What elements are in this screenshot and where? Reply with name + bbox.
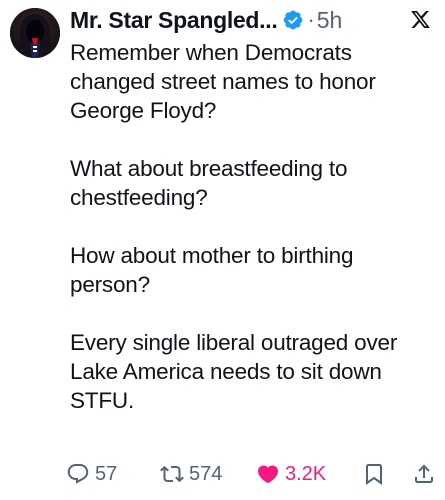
- repost-button[interactable]: 574: [160, 462, 222, 486]
- timestamp[interactable]: 5h: [317, 7, 343, 34]
- tweet-header: Mr. Star Spangled... · 5h: [70, 5, 342, 35]
- tweet-card[interactable]: Mr. Star Spangled... · 5h Remember when …: [0, 0, 445, 500]
- tweet-paragraph: Remember when Democrats changed street n…: [70, 40, 376, 123]
- heart-filled-icon: [257, 465, 279, 484]
- author-name[interactable]: Mr. Star Spangled...: [70, 7, 278, 34]
- tweet-paragraph: Every single liberal outraged over Lake …: [70, 330, 398, 413]
- reply-button[interactable]: 57: [66, 462, 117, 486]
- x-logo-icon[interactable]: [410, 9, 431, 30]
- reply-icon: [67, 464, 89, 484]
- repost-icon: [160, 465, 184, 483]
- avatar[interactable]: [10, 8, 60, 58]
- hooded-figure-icon: [10, 8, 60, 58]
- share-icon: [415, 464, 433, 483]
- tweet-paragraph: What about breastfeeding to chestfeeding…: [70, 156, 348, 210]
- verified-badge-icon: [284, 10, 303, 30]
- bookmark-icon: [366, 464, 382, 485]
- share-button[interactable]: [412, 462, 436, 486]
- reply-count: 57: [95, 462, 118, 485]
- like-count: 3.2K: [285, 462, 327, 485]
- like-button[interactable]: 3.2K: [256, 462, 326, 486]
- separator-dot: ·: [307, 7, 315, 32]
- action-bar: 57 574 3.2K: [66, 460, 436, 488]
- repost-count: 574: [189, 462, 223, 485]
- bookmark-button[interactable]: [362, 462, 386, 486]
- tweet-paragraph: How about mother to birthing person?: [70, 243, 354, 297]
- tweet-text: Remember when Democrats changed street n…: [70, 38, 432, 415]
